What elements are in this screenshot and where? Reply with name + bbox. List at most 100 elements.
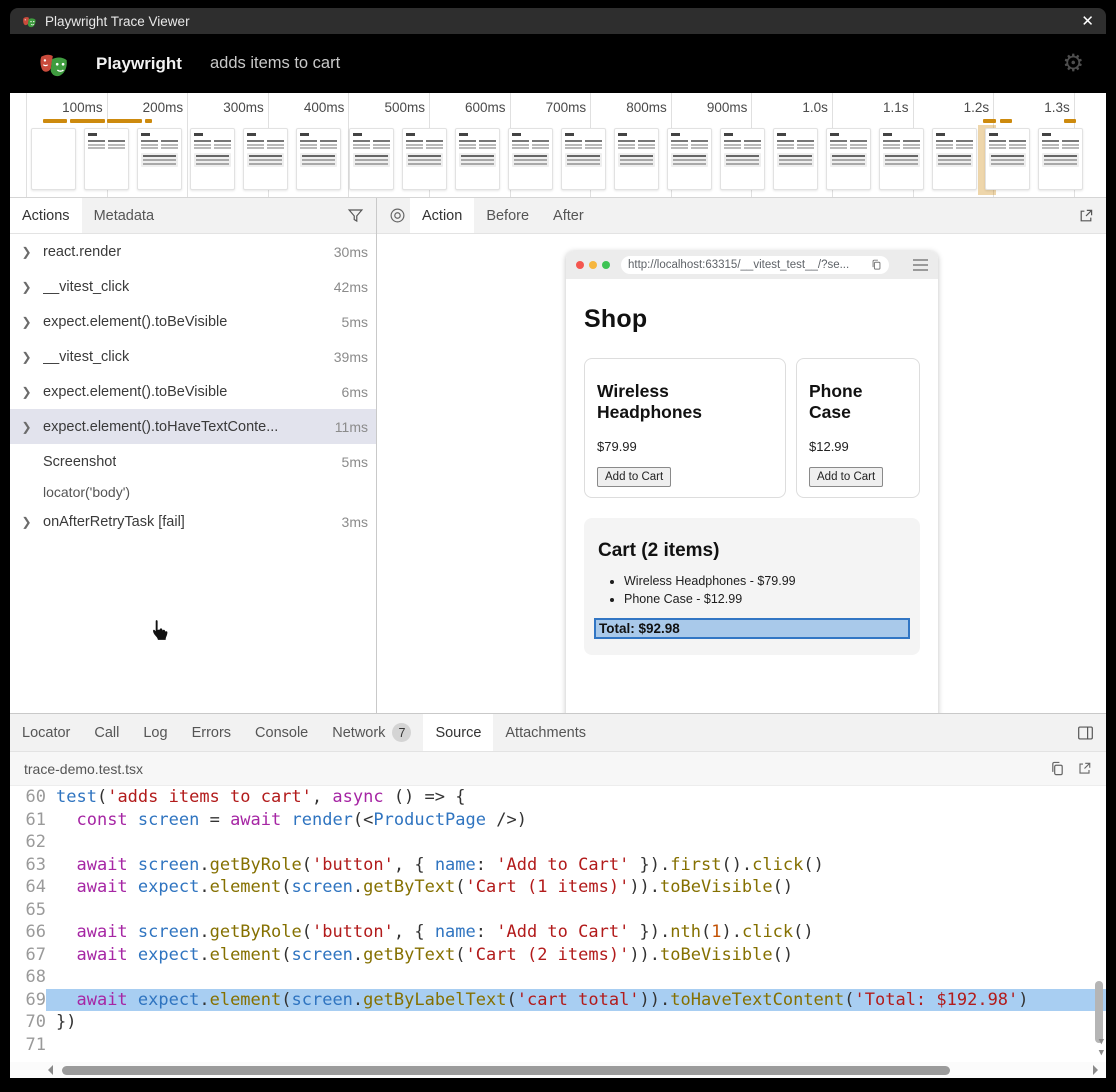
tab-action[interactable]: Action	[410, 198, 474, 233]
timeline-tick-label: 200ms	[143, 100, 184, 115]
tab-before[interactable]: Before	[474, 198, 541, 233]
filmstrip-thumbnail[interactable]	[31, 128, 76, 190]
code-line: 63 await screen.getByRole('button', { na…	[10, 854, 1106, 877]
code-text: await screen.getByRole('button', { name:…	[46, 854, 1106, 877]
details-tabbar: LocatorCallLogErrorsConsoleNetwork7Sourc…	[10, 714, 1106, 752]
filmstrip-thumbnail[interactable]	[985, 128, 1030, 190]
filmstrip-thumbnail[interactable]	[296, 128, 341, 190]
tab-attachments[interactable]: Attachments	[493, 714, 598, 751]
tab-errors[interactable]: Errors	[180, 714, 243, 751]
horizontal-scrollbar[interactable]	[10, 1062, 1106, 1078]
timeline-tick-label: 1.1s	[883, 100, 909, 115]
chevron-right-icon[interactable]: ❯	[10, 515, 43, 529]
filmstrip-thumbnail[interactable]	[667, 128, 712, 190]
product-card: Phone Case$12.99Add to Cart	[796, 358, 920, 498]
app-name: Playwright	[96, 54, 182, 74]
timeline-duration-bar	[145, 119, 152, 123]
address-bar: http://localhost:63315/__vitest_test__/?…	[621, 256, 889, 274]
action-duration: 3ms	[334, 514, 368, 530]
tab-network[interactable]: Network7	[320, 714, 423, 751]
chevron-right-icon[interactable]: ❯	[10, 315, 43, 329]
timeline[interactable]: 100ms200ms300ms400ms500ms600ms700ms800ms…	[10, 93, 1106, 197]
timeline-tick-label: 1.3s	[1044, 100, 1070, 115]
scroll-right-arrow-icon[interactable]	[1093, 1065, 1098, 1075]
action-row[interactable]: ❯onAfterRetryTask [fail]3ms	[10, 504, 376, 539]
snapshot-page: Shop Wireless Headphones$79.99Add to Car…	[566, 279, 938, 655]
action-row[interactable]: ❯expect.element().toBeVisible5ms	[10, 304, 376, 339]
tab-console[interactable]: Console	[243, 714, 320, 751]
timeline-duration-bar	[1064, 119, 1076, 123]
vertical-scrollbar-thumb[interactable]	[1095, 981, 1103, 1043]
timeline-duration-bar	[983, 119, 996, 123]
chevron-right-icon[interactable]: ❯	[10, 280, 43, 294]
filmstrip-thumbnail[interactable]	[932, 128, 977, 190]
browser-chrome: http://localhost:63315/__vitest_test__/?…	[566, 251, 938, 279]
code-text	[46, 966, 1106, 989]
titlebar: Playwright Trace Viewer ✕	[10, 8, 1106, 34]
shop-heading: Shop	[584, 305, 920, 334]
filter-icon[interactable]	[347, 198, 376, 233]
code-line: 67 await expect.element(screen.getByText…	[10, 944, 1106, 967]
filmstrip-thumbnail[interactable]	[455, 128, 500, 190]
action-label: __vitest_click	[43, 279, 129, 295]
close-icon[interactable]: ✕	[1081, 12, 1094, 30]
tab-actions[interactable]: Actions	[10, 198, 82, 233]
tab-log[interactable]: Log	[131, 714, 179, 751]
tab-source[interactable]: Source	[423, 714, 493, 751]
filmstrip-thumbnail[interactable]	[720, 128, 765, 190]
pick-locator-icon[interactable]	[377, 198, 410, 233]
chevron-right-icon[interactable]: ❯	[10, 420, 43, 434]
filmstrip-thumbnail[interactable]	[84, 128, 129, 190]
code-line: 70})	[10, 1011, 1106, 1034]
split-view-icon[interactable]	[1077, 714, 1106, 751]
chevron-right-icon[interactable]: ❯	[10, 245, 43, 259]
product-price: $79.99	[597, 439, 773, 454]
open-source-external-icon[interactable]	[1077, 761, 1092, 776]
scroll-left-arrow-icon[interactable]	[48, 1065, 53, 1075]
filmstrip-thumbnail[interactable]	[614, 128, 659, 190]
action-row[interactable]: ❯react.render30ms	[10, 234, 376, 269]
action-row[interactable]: ❯expect.element().toBeVisible6ms	[10, 374, 376, 409]
add-to-cart-button[interactable]: Add to Cart	[597, 467, 671, 487]
playwright-masks-icon	[22, 14, 37, 29]
filmstrip-thumbnail[interactable]	[137, 128, 182, 190]
filmstrip-thumbnail[interactable]	[349, 128, 394, 190]
filmstrip-thumbnail[interactable]	[879, 128, 924, 190]
horizontal-scrollbar-thumb[interactable]	[62, 1066, 950, 1075]
tab-call[interactable]: Call	[82, 714, 131, 751]
cart-heading: Cart (2 items)	[598, 540, 910, 562]
timeline-duration-bar	[1000, 119, 1012, 123]
code-line: 65	[10, 899, 1106, 922]
filmstrip-thumbnail[interactable]	[243, 128, 288, 190]
filmstrip-thumbnail[interactable]	[561, 128, 606, 190]
tab-metadata[interactable]: Metadata	[82, 198, 166, 233]
filmstrip-thumbnail[interactable]	[508, 128, 553, 190]
action-label: Screenshot	[43, 454, 116, 470]
chevron-right-icon[interactable]: ❯	[10, 350, 43, 364]
action-row[interactable]: ❯__vitest_click42ms	[10, 269, 376, 304]
header: Playwright adds items to cart ⚙	[10, 34, 1106, 93]
snapshot-area: http://localhost:63315/__vitest_test__/?…	[377, 234, 1106, 713]
action-row[interactable]: ❯expect.element().toHaveTextConte...11ms	[10, 409, 376, 444]
settings-gear-icon[interactable]: ⚙	[1062, 52, 1084, 76]
filmstrip-thumbnail[interactable]	[190, 128, 235, 190]
browser-menu-icon	[913, 259, 928, 271]
code-text: await expect.element(screen.getByText('C…	[46, 876, 1106, 899]
open-snapshot-external-icon[interactable]	[1078, 198, 1106, 233]
filmstrip-thumbnail[interactable]	[402, 128, 447, 190]
chevron-right-icon[interactable]: ❯	[10, 385, 43, 399]
copy-source-icon[interactable]	[1050, 761, 1065, 777]
line-number: 65	[10, 899, 46, 922]
add-to-cart-button[interactable]: Add to Cart	[809, 467, 883, 487]
tab-after[interactable]: After	[541, 198, 596, 233]
filmstrip-thumbnail[interactable]	[773, 128, 818, 190]
filmstrip-thumbnail[interactable]	[826, 128, 871, 190]
vertical-scrollbar-arrows[interactable]: ▼▼	[1099, 1038, 1104, 1058]
action-row[interactable]: ❯__vitest_click39ms	[10, 339, 376, 374]
code-line: 60test('adds items to cart', async () =>…	[10, 786, 1106, 809]
main-split: ActionsMetadata ❯react.render30ms❯__vite…	[10, 197, 1106, 713]
action-row[interactable]: Screenshot5ms	[10, 444, 376, 479]
filmstrip-thumbnail[interactable]	[1038, 128, 1083, 190]
copy-url-icon[interactable]	[871, 259, 882, 271]
tab-locator[interactable]: Locator	[10, 714, 82, 751]
